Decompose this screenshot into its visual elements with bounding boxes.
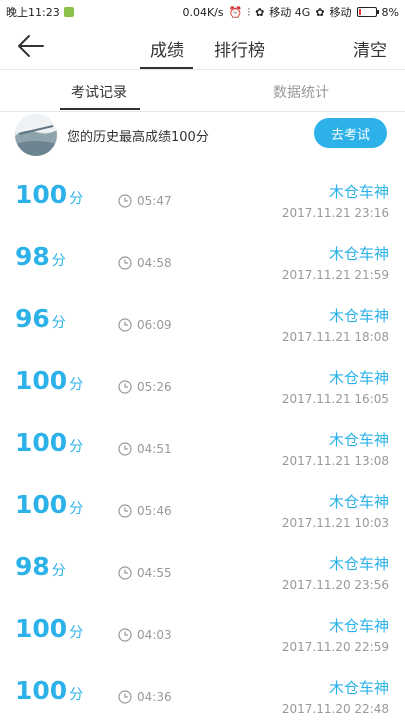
tab-exam-records[interactable]: 考试记录 [71,82,127,102]
score: 100 分 [15,368,83,393]
duration: 04:55 [137,566,172,580]
score-value: 98 [15,242,50,271]
clock-icon [118,504,132,518]
exam-date: 2017.11.20 22:48 [281,702,389,716]
duration: 06:09 [137,318,172,332]
score-unit: 分 [69,501,84,517]
score-unit: 分 [51,315,66,331]
flower-icon: ✿ [315,5,325,19]
status-time: 晚上11:23 [6,6,60,19]
score-value: 100 [15,676,68,705]
score-unit: 分 [51,563,66,579]
list-item[interactable]: 100 分 05:26 木仓车神 2017.11.21 16:05 [0,356,405,418]
duration: 04:58 [137,256,172,270]
battery-icon [356,7,379,17]
status-bar: 晚上11:23 0.04K/s ⏰ ⫶ ✿ 移动 4G ✿ 移动 8% [0,0,405,22]
score-value: 100 [15,490,68,519]
exam-date: 2017.11.21 16:05 [281,392,389,406]
score: 100 分 [15,678,83,703]
best-score-text: 您的历史最高成绩100分 [67,130,209,145]
clock-icon [118,566,132,580]
clock-icon [118,442,132,456]
back-arrow-icon[interactable] [16,32,46,60]
sub-tabs: 考试记录 数据统计 [0,70,405,112]
user-name: 木仓车神 [328,245,389,263]
score-value: 96 [15,304,50,333]
score: 98 分 [15,244,66,269]
user-name: 木仓车神 [328,369,389,387]
score: 100 分 [15,182,83,207]
score-value: 98 [15,552,50,581]
exam-date: 2017.11.21 21:59 [281,268,389,282]
score: 100 分 [15,430,83,455]
score-unit: 分 [69,625,84,641]
list-item[interactable]: 100 分 05:46 木仓车神 2017.11.21 10:03 [0,480,405,542]
duration: 05:46 [137,504,172,518]
clock-icon [118,194,132,208]
user-name: 木仓车神 [328,183,389,201]
net-speed: 0.04K/s [182,5,224,19]
user-name: 木仓车神 [328,307,389,325]
clock-icon [118,318,132,332]
score-unit: 分 [69,439,84,455]
exam-date: 2017.11.21 18:08 [281,330,389,344]
list-item[interactable]: 98 分 04:55 木仓车神 2017.11.20 23:56 [0,542,405,604]
tab-ranking[interactable]: 排行榜 [214,36,265,61]
clock-icon [118,380,132,394]
status-right: 0.04K/s ⏰ ⫶ ✿ 移动 4G ✿ 移动 8% [182,4,399,20]
list-item[interactable]: 98 分 04:58 木仓车神 2017.11.21 21:59 [0,232,405,294]
list-item[interactable]: 100 分 04:03 木仓车神 2017.11.20 22:59 [0,604,405,666]
carrier-1: 移动 4G [269,6,311,19]
clock-icon [118,628,132,642]
wechat-icon [63,7,74,17]
alarm-icon: ⏰ [228,5,243,19]
battery-level: 8% [381,5,399,19]
score: 96 分 [15,306,66,331]
clock-icon [118,256,132,270]
duration: 05:47 [137,194,172,208]
best-score-row: 您的历史最高成绩100分 去考试 [0,112,405,160]
exam-date: 2017.11.21 10:03 [281,516,389,530]
exam-date: 2017.11.21 13:08 [281,454,389,468]
score-unit: 分 [69,377,84,393]
top-nav: 成绩 排行榜 清空 [0,22,405,70]
list-item[interactable]: 100 分 04:36 木仓车神 2017.11.20 22:48 [0,666,405,720]
go-exam-button[interactable]: 去考试 [314,118,387,148]
clock-icon [118,690,132,704]
score-value: 100 [15,366,68,395]
user-name: 木仓车神 [328,617,389,635]
score: 100 分 [15,492,83,517]
tab-score[interactable]: 成绩 [150,36,184,61]
duration: 05:26 [137,380,172,394]
score-value: 100 [15,428,68,457]
list-item[interactable]: 96 分 06:09 木仓车神 2017.11.21 18:08 [0,294,405,356]
duration: 04:03 [137,628,172,642]
user-name: 木仓车神 [328,493,389,511]
score: 100 分 [15,616,83,641]
user-name: 木仓车神 [328,555,389,573]
score-value: 100 [15,614,68,643]
user-name: 木仓车神 [328,431,389,449]
flower-icon: ✿ [255,5,265,19]
status-left: 晚上11:23 [6,4,74,20]
duration: 04:51 [137,442,172,456]
user-name: 木仓车神 [328,679,389,697]
score-value: 100 [15,180,68,209]
list-item[interactable]: 100 分 05:47 木仓车神 2017.11.21 23:16 [0,170,405,232]
exam-date: 2017.11.21 23:16 [281,206,389,220]
score-unit: 分 [69,191,84,207]
carrier-2: 移动 [329,6,352,19]
score-unit: 分 [69,687,84,703]
clear-button[interactable]: 清空 [353,36,387,61]
score: 98 分 [15,554,66,579]
subtab-indicator [60,108,140,110]
exam-date: 2017.11.20 23:56 [281,578,389,592]
exam-date: 2017.11.20 22:59 [281,640,389,654]
score-unit: 分 [51,253,66,269]
duration: 04:36 [137,690,172,704]
signal-icon: ⫶ [247,5,251,19]
avatar [15,114,57,156]
list-item[interactable]: 100 分 04:51 木仓车神 2017.11.21 13:08 [0,418,405,480]
tab-data-stats[interactable]: 数据统计 [273,82,329,102]
